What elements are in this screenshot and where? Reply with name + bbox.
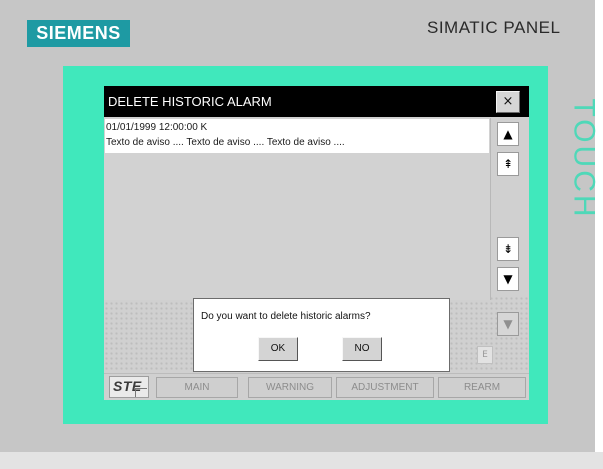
confirm-message: Do you want to delete historic alarms? [201,311,371,322]
corner-mark-icon [135,388,147,397]
panel-model-label: SIMATIC PANEL [427,18,561,37]
alarm-view-titlebar: DELETE HISTORIC ALARM × [104,86,529,117]
close-button[interactable]: × [496,91,520,113]
scroll-page-up-button[interactable]: ⇞ [497,152,519,176]
bottom-nav-bar: STE MAIN WARNING ADJUSTMENT REARM [104,373,529,400]
page-up-icon: ⇞ [502,157,514,171]
touch-label: TOUCH [566,81,602,236]
touch-label-text: TOUCH [568,97,601,220]
scroll-extra-down-button[interactable]: ▼ [497,312,519,336]
ste-logo-button[interactable]: STE [109,376,149,398]
arrow-down-icon: ▼ [503,272,513,286]
ok-button[interactable]: OK [258,337,298,361]
hmi-device: SIEMENS SIMATIC PANEL TOUCH DELETE HISTO… [0,0,603,469]
arrow-down-icon: ▼ [503,317,513,331]
close-icon: × [502,94,514,109]
arrow-up-icon: ▲ [503,127,513,141]
tab-rearm[interactable]: REARM [438,377,526,398]
alarm-text: Texto de aviso .... Texto de aviso .... … [106,137,345,148]
tab-warning[interactable]: WARNING [248,377,332,398]
alarm-list[interactable]: 01/01/1999 12:00:00 K Texto de aviso ...… [104,118,491,300]
page-down-icon: ⇟ [502,242,514,256]
alarm-timestamp: 01/01/1999 12:00:00 K [106,122,208,133]
tab-main[interactable]: MAIN [156,377,238,398]
device-bottom-edge [0,452,603,469]
alarm-view-title: DELETE HISTORIC ALARM [108,94,272,109]
small-indicator-box: E [477,346,493,364]
alarm-entry[interactable]: 01/01/1999 12:00:00 K Texto de aviso ...… [105,119,489,153]
no-button[interactable]: NO [342,337,382,361]
delete-confirm-dialog: Do you want to delete historic alarms? O… [193,298,450,372]
tab-adjustment[interactable]: ADJUSTMENT [336,377,434,398]
siemens-logo: SIEMENS [27,20,130,47]
hmi-screen: DELETE HISTORIC ALARM × 01/01/1999 12:00… [104,86,529,400]
scroll-line-up-button[interactable]: ▲ [497,122,519,146]
scroll-line-down-button[interactable]: ▼ [497,267,519,291]
scroll-page-down-button[interactable]: ⇟ [497,237,519,261]
